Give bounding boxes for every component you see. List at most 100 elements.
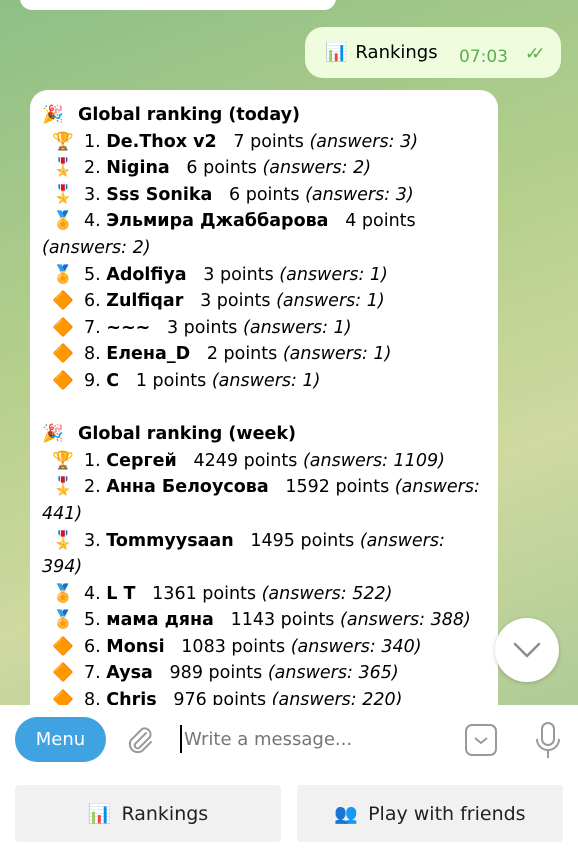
rank-number: 3. — [84, 530, 101, 551]
points: 1361 points — [152, 583, 257, 604]
keyboard-button-play-with-friends[interactable]: 👥 Play with friends — [297, 785, 563, 842]
player-name: L T — [106, 583, 136, 604]
points: 1143 points — [230, 610, 335, 631]
rank-medal-icon: 🏅 — [52, 583, 74, 604]
ranking-row: 🔶 6. Zulfiqar 3 points (answers: 1) — [42, 288, 486, 315]
player-name: Nigina — [106, 158, 170, 179]
rank-medal-icon: 🏅 — [52, 610, 74, 631]
party-popper-icon: 🎉 — [42, 424, 64, 445]
sticker-icon[interactable] — [464, 723, 498, 757]
points: 6 points — [229, 184, 300, 205]
bar-chart-icon: 📊 — [87, 803, 112, 825]
answers-count: (answers: 3) — [309, 131, 419, 152]
answers-count: (answers: 522) — [261, 583, 393, 604]
answers-count: (answers: 1109) — [302, 450, 445, 471]
section-title: 🎉 Global ranking (week) — [42, 421, 486, 448]
ranking-row: 🔶 8. Елена_D 2 points (answers: 1) — [42, 341, 486, 368]
double-check-icon: ✓✓ — [525, 44, 545, 64]
ranking-row: 🏅 5. Adolfiya 3 points (answers: 1) — [42, 262, 486, 289]
rank-number: 3. — [84, 184, 101, 205]
answers-count: (answers: 3) — [305, 184, 414, 205]
two-people-icon: 👥 — [334, 803, 359, 825]
section-title: 🎉 Global ranking (today) — [42, 102, 486, 129]
player-name: Сергей — [106, 450, 177, 471]
ranking-message: 🎉 Global ranking (today) 🏆 1. De.Thox v2 7 … — [30, 90, 498, 730]
ranking-row: 🎖️ 2. Анна Белоусова 1592 points (answers… — [42, 474, 486, 527]
player-name: C — [106, 370, 120, 391]
rank-medal-icon: 🎖️ — [52, 477, 74, 498]
points: 7 points — [233, 131, 304, 152]
points: 989 points — [169, 663, 263, 684]
rank-number: 4. — [84, 583, 101, 604]
section-title-text: Global ranking (week) — [78, 424, 296, 445]
points: 1495 points — [250, 530, 355, 551]
message-time: 07:03 — [459, 47, 508, 67]
microphone-icon[interactable] — [534, 721, 562, 761]
answers-count: (answers: 1) — [279, 264, 388, 285]
points: 3 points — [200, 291, 271, 312]
rank-medal-icon: 🔶 — [52, 663, 74, 684]
rank-number: 5. — [84, 610, 101, 631]
rank-number: 6. — [84, 291, 101, 312]
rank-number: 1. — [84, 131, 101, 152]
menu-button[interactable]: Menu — [15, 717, 106, 762]
rank-number: 4. — [84, 211, 101, 232]
ranking-row: 🏅 4. Эльмира Джаббарова 4 points (answers… — [42, 208, 486, 261]
answers-count: (answers: 1) — [276, 291, 385, 312]
rank-medal-icon: 🔶 — [52, 370, 74, 391]
scroll-down-button[interactable] — [495, 618, 559, 682]
party-popper-icon: 🎉 — [42, 105, 64, 125]
rank-medal-icon: 🎖️ — [52, 184, 74, 205]
keyboard-button-label: Play with friends — [368, 802, 526, 825]
player-name: ~~~ — [106, 317, 151, 338]
outgoing-text: Rankings — [355, 42, 438, 63]
ranking-row: 🔶 7. ~~~ 3 points (answers: 1) — [42, 315, 486, 342]
ranking-row: 🎖️ 3. Tommyysaan 1495 points (answers: 39… — [42, 528, 486, 581]
paperclip-icon[interactable] — [124, 725, 156, 757]
player-name: Zulfiqar — [106, 291, 184, 312]
rank-medal-icon: 🎖️ — [52, 158, 74, 179]
ranking-row: 🔶 7. Aysa 989 points (answers: 365) — [42, 660, 486, 687]
message-input[interactable] — [180, 725, 450, 753]
player-name: Monsi — [106, 636, 165, 657]
ranking-row: 🏆 1. Сергей 4249 points (answers: 1109) — [42, 448, 486, 475]
player-name: Анна Белоусова — [106, 477, 269, 498]
points: 4249 points — [193, 450, 298, 471]
keyboard-button-label: Rankings — [121, 802, 209, 825]
player-name: Елена_D — [106, 344, 191, 365]
ranking-row: 🔶 6. Monsi 1083 points (answers: 340) — [42, 634, 486, 661]
rank-medal-icon: 🎖️ — [52, 530, 74, 551]
rank-number: 5. — [84, 264, 101, 285]
answers-count: (answers: 2) — [262, 158, 372, 179]
player-name: мама дяна — [106, 610, 214, 631]
answers-count: (answers: 1) — [282, 344, 392, 365]
points: 4 points — [345, 211, 416, 232]
answers-count: (answers: 388) — [340, 610, 471, 631]
rank-medal-icon: 🏆 — [52, 131, 74, 152]
points: 1083 points — [181, 636, 286, 657]
rank-number: 7. — [84, 663, 101, 684]
ranking-row: 🎖️ 3. Sss Sonika 6 points (answers: 3) — [42, 182, 486, 209]
player-name: Эльмира Джаббарова — [106, 211, 329, 232]
player-name: Aysa — [106, 663, 153, 684]
ranking-row: 🏆 1. De.Thox v2 7 points (answers: 3) — [42, 129, 486, 156]
points: 3 points — [166, 317, 238, 338]
rank-number: 2. — [84, 158, 101, 179]
rank-medal-icon: 🏅 — [52, 211, 74, 232]
answers-count: (answers: 340) — [290, 636, 422, 657]
points: 1592 points — [285, 477, 390, 498]
rank-medal-icon: 🔶 — [52, 344, 74, 365]
rank-medal-icon: 🏆 — [52, 450, 74, 471]
answers-count: (answers: 2) — [42, 237, 151, 258]
previous-message — [20, 0, 336, 10]
rank-medal-icon: 🔶 — [52, 317, 74, 338]
rank-number: 7. — [84, 317, 101, 338]
player-name: Tommyysaan — [106, 530, 234, 551]
keyboard-button-rankings[interactable]: 📊 Rankings — [15, 785, 281, 842]
points: 2 points — [206, 344, 278, 365]
answers-count: (answers: 394) — [42, 530, 445, 578]
rank-medal-icon: 🏅 — [52, 264, 74, 285]
ranking-row: 🔶 9. C 1 points (answers: 1) — [42, 368, 486, 395]
outgoing-message: 📊 Rankings 07:03 ✓✓ — [305, 27, 561, 78]
answers-count: (answers: 1) — [243, 317, 352, 338]
